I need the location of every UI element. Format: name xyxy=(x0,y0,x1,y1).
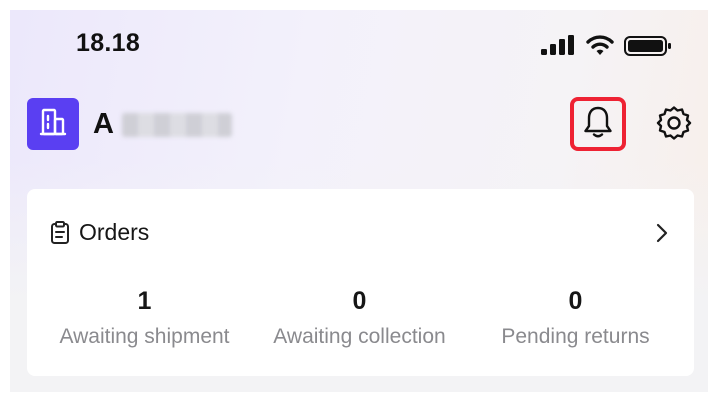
phone-screen: 18.18 A Orders 1 Awaiting shipment 0 Awa… xyxy=(10,10,708,392)
gear-icon xyxy=(655,104,693,147)
stat-label: Awaiting collection xyxy=(273,325,446,348)
stat-label: Awaiting shipment xyxy=(59,325,230,348)
status-time: 18.18 xyxy=(76,29,141,57)
clipboard-icon xyxy=(50,221,70,250)
store-name[interactable]: A xyxy=(93,108,114,141)
signal-icon xyxy=(541,35,577,60)
stat-awaiting-collection[interactable]: 0 Awaiting collection xyxy=(262,284,457,364)
stat-value: 0 xyxy=(568,287,583,315)
wifi-icon xyxy=(586,34,614,61)
stat-label: Pending returns xyxy=(501,325,650,348)
building-icon xyxy=(39,107,67,142)
stat-pending-returns[interactable]: 0 Pending returns xyxy=(457,284,694,364)
orders-title: Orders xyxy=(79,219,150,245)
store-avatar[interactable] xyxy=(27,98,79,150)
settings-button[interactable] xyxy=(653,104,695,146)
bell-icon xyxy=(582,105,614,144)
store-header: A xyxy=(10,90,708,170)
redacted-store-name xyxy=(122,113,232,137)
status-bar: 18.18 xyxy=(10,10,708,80)
stat-awaiting-shipment[interactable]: 1 Awaiting shipment xyxy=(27,284,262,364)
orders-card[interactable]: Orders 1 Awaiting shipment 0 Awaiting co… xyxy=(27,189,694,376)
notifications-button[interactable] xyxy=(570,97,626,151)
order-stats: 1 Awaiting shipment 0 Awaiting collectio… xyxy=(27,284,694,364)
stat-value: 1 xyxy=(137,287,152,315)
stat-value: 0 xyxy=(352,287,367,315)
chevron-right-icon[interactable] xyxy=(655,222,669,249)
orders-header[interactable]: Orders xyxy=(27,189,694,274)
battery-icon xyxy=(624,36,672,61)
